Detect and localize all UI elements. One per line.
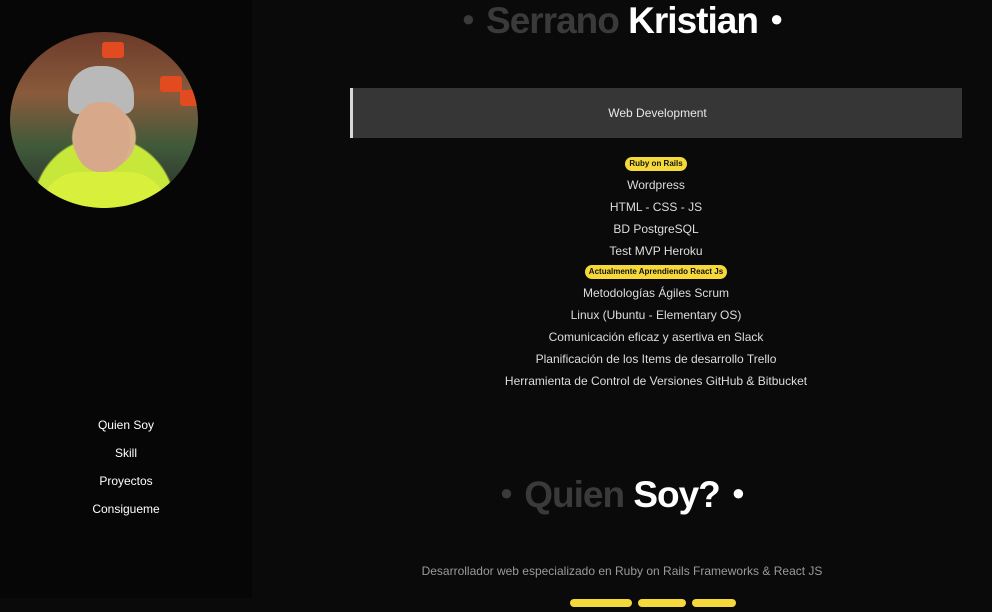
skill-item: BD PostgreSQL (613, 222, 699, 236)
skill-item: Comunicación eficaz y asertiva en Slack (548, 330, 764, 344)
skill-item: HTML - CSS - JS (609, 200, 703, 214)
name-heading: ● Serrano Kristian ● (252, 0, 992, 42)
nav-quien-soy[interactable]: Quien Soy (0, 416, 252, 444)
skill-item: Herramienta de Control de Versiones GitH… (504, 374, 808, 388)
skill-item: Ruby on Rails (350, 154, 962, 174)
heading-second-name: Kristian (628, 0, 759, 41)
sidebar-nav: Quien Soy Skill Proyectos Consigueme (0, 416, 252, 528)
about-heading: ● Quien Soy? ● (252, 474, 992, 516)
main-content: ● Serrano Kristian ● Web Development Ruby … (252, 0, 992, 607)
skill-badge: Ruby on Rails (625, 157, 687, 171)
sidebar: Quien Soy Skill Proyectos Consigueme (0, 0, 252, 598)
tag-badge (692, 599, 736, 607)
tag-badge (570, 599, 632, 607)
heading-first-name: Serrano (486, 0, 620, 41)
skill-item: Actualmente Aprendiendo React Js (350, 262, 962, 282)
skill-item: Planificación de los Items de desarrollo… (535, 352, 777, 366)
nav-consigueme[interactable]: Consigueme (0, 500, 252, 528)
skill-item: Test MVP Heroku (609, 244, 703, 258)
skill-badge: Actualmente Aprendiendo React Js (584, 265, 728, 279)
bullet-icon: ● (499, 480, 513, 506)
about-heading-second: Soy? (633, 474, 720, 515)
profile-avatar (10, 32, 198, 208)
skill-item: Wordpress (627, 178, 685, 192)
skill-item: Linux (Ubuntu - Elementary OS) (570, 308, 742, 322)
bullet-icon: ● (769, 6, 783, 32)
skills-category-title: Web Development (350, 88, 962, 138)
bullet-icon: ● (731, 480, 745, 506)
nav-proyectos[interactable]: Proyectos (0, 472, 252, 500)
about-heading-first: Quien (524, 474, 625, 515)
skill-item: Metodologías Ágiles Scrum (582, 286, 730, 300)
tag-badge (638, 599, 686, 607)
about-description: Desarrollador web especializado en Ruby … (421, 564, 823, 578)
tag-row (570, 594, 742, 612)
bullet-icon: ● (461, 6, 475, 32)
skills-list: Ruby on Rails Wordpress HTML - CSS - JS … (350, 154, 962, 392)
nav-skill[interactable]: Skill (0, 444, 252, 472)
